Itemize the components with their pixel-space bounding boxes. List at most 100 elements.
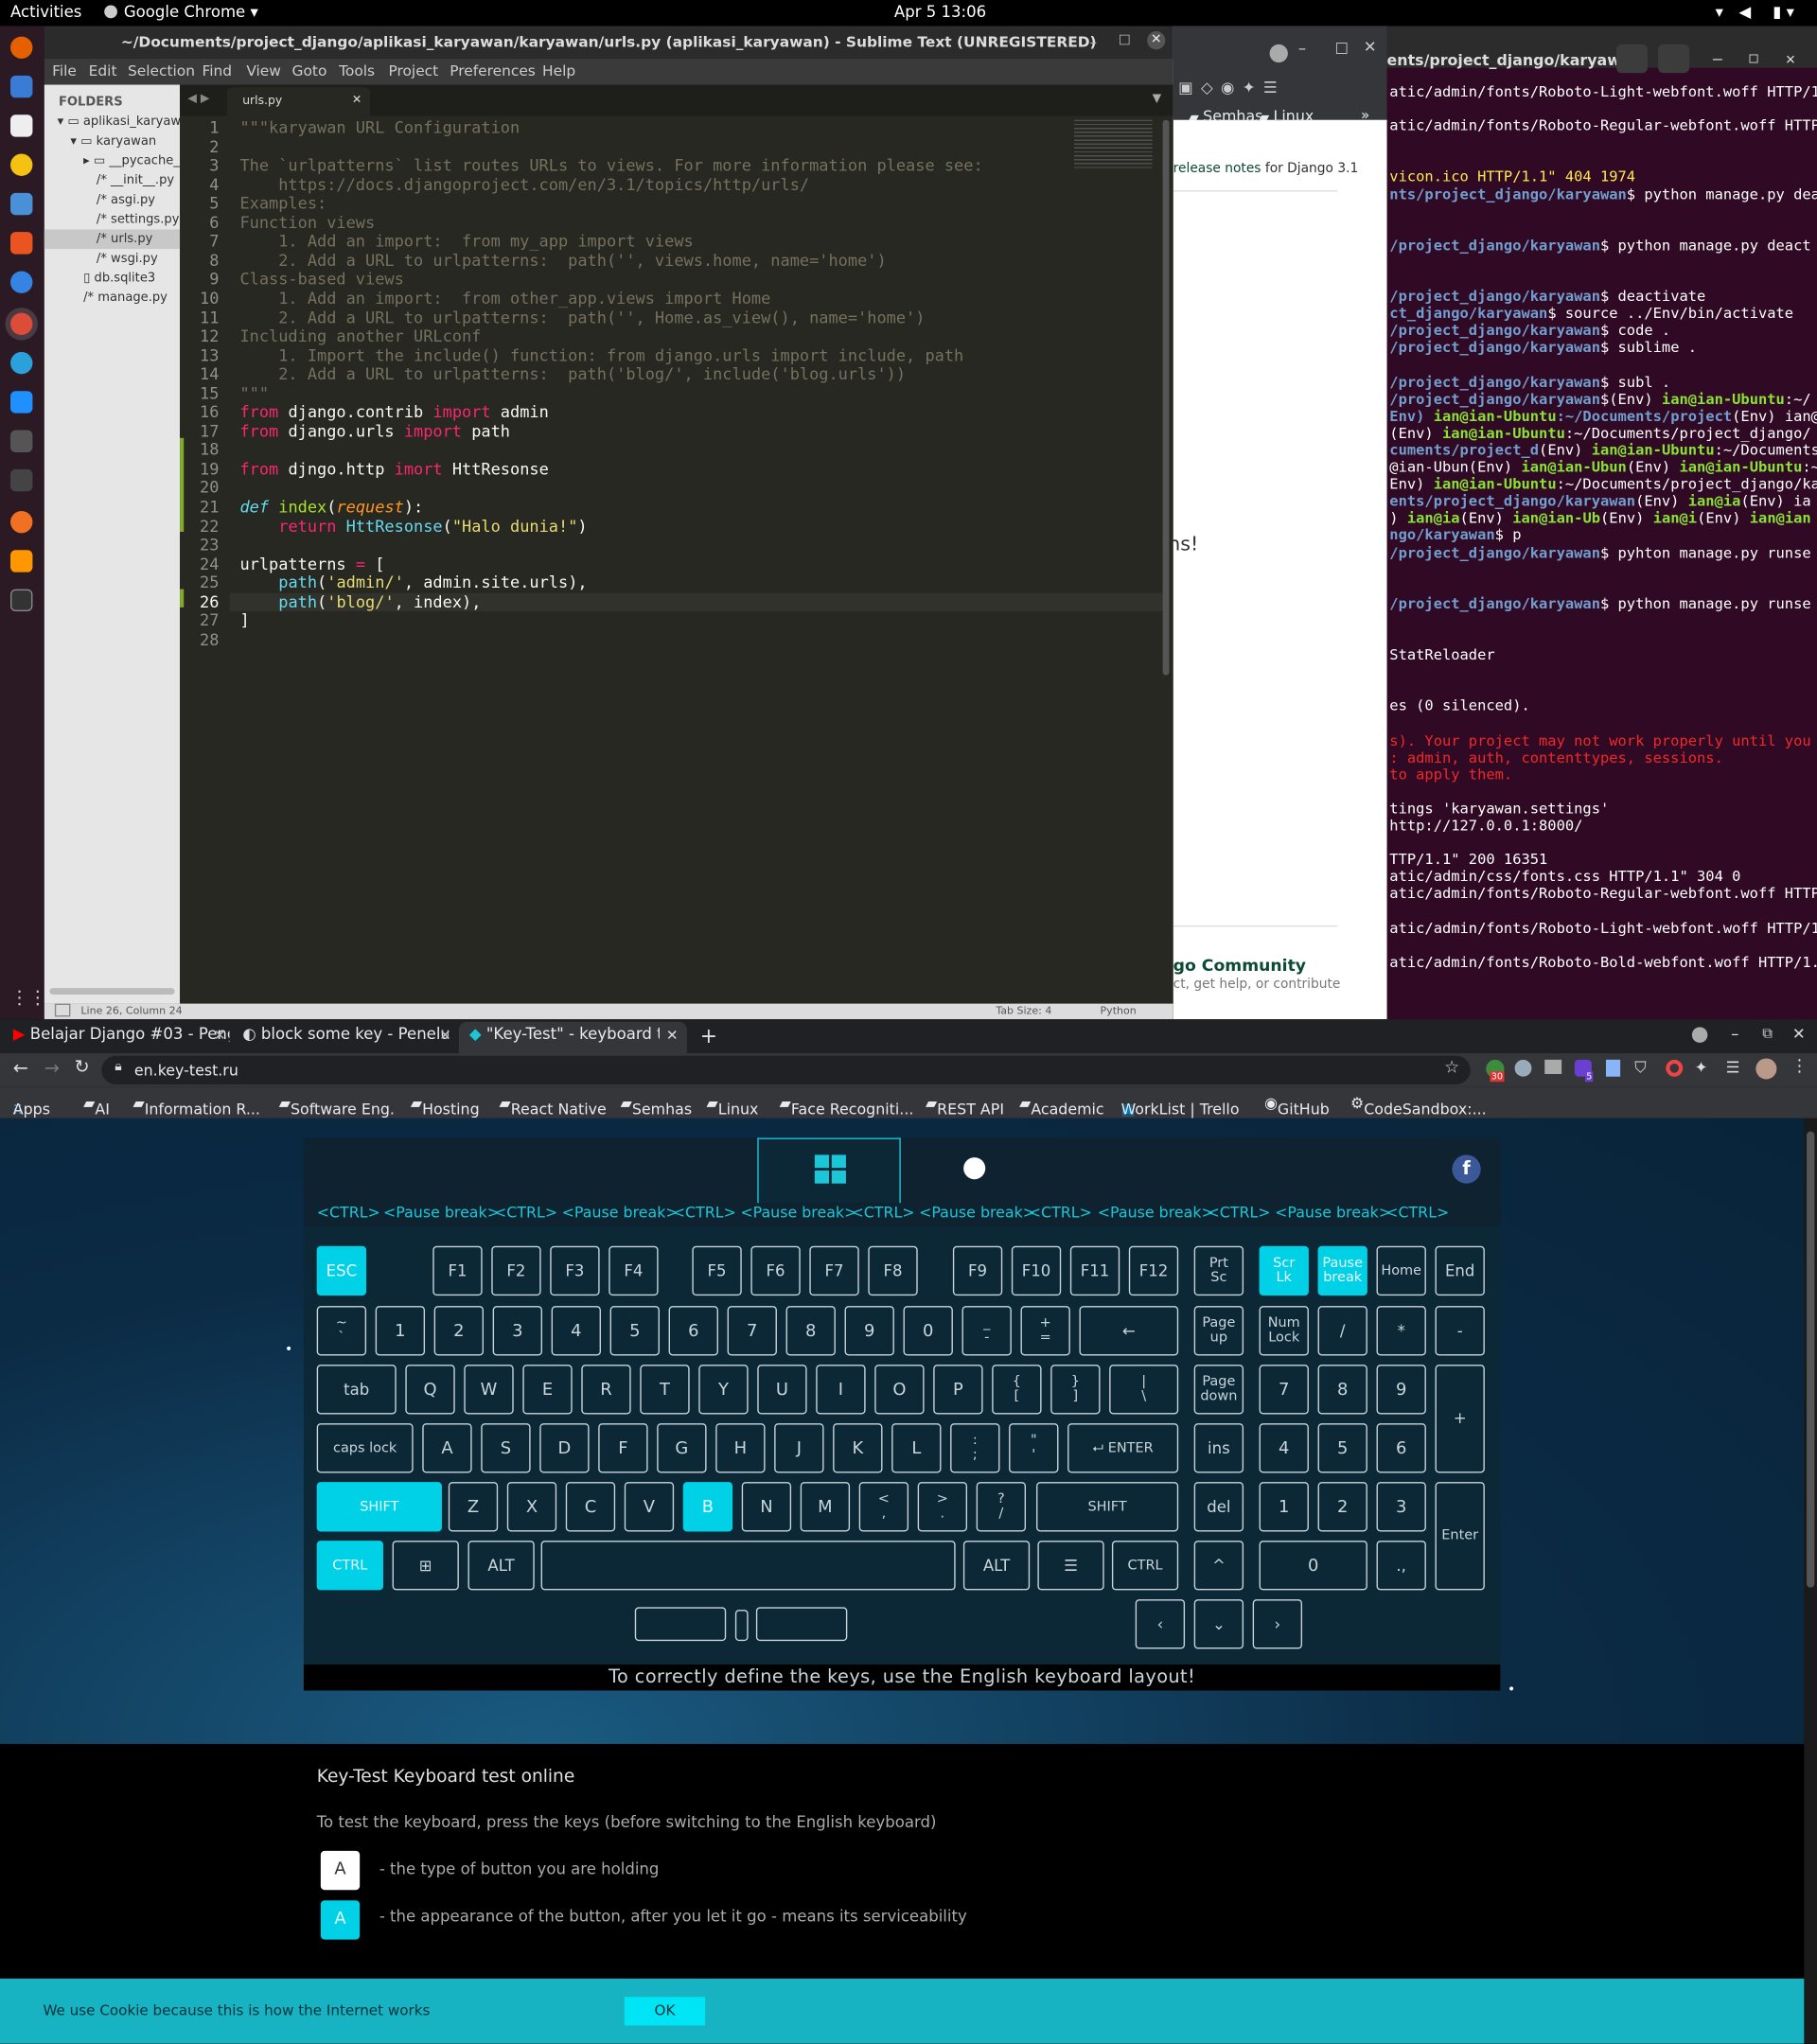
- key-backspace[interactable]: ←: [1079, 1306, 1179, 1356]
- mouse-left-button[interactable]: [634, 1607, 727, 1642]
- key-menu[interactable]: ☰: [1037, 1541, 1104, 1591]
- key-num-2[interactable]: 2: [1317, 1482, 1367, 1532]
- tab-nav-arrows[interactable]: ◀ ▶: [187, 93, 209, 106]
- key-c[interactable]: C: [565, 1482, 616, 1532]
- clock[interactable]: Apr 5 13:06: [894, 3, 986, 21]
- key-o[interactable]: O: [874, 1365, 925, 1415]
- key-f8[interactable]: F8: [868, 1245, 918, 1296]
- tab-block-key[interactable]: ◐ block some key - Penelusu: [242, 1025, 449, 1053]
- key-page-down[interactable]: Page down: [1193, 1365, 1244, 1415]
- key-q[interactable]: Q: [405, 1365, 455, 1415]
- close-icon[interactable]: ✕: [1364, 38, 1377, 56]
- key-tab[interactable]: tab: [316, 1365, 397, 1415]
- maximize-icon[interactable]: □: [1334, 39, 1348, 56]
- sublime-icon[interactable]: [10, 550, 33, 573]
- key-num-decimal[interactable]: .,: [1376, 1541, 1426, 1591]
- bookmark-linux[interactable]: ▰ Linux: [1260, 107, 1314, 125]
- window-close-icon[interactable]: ✕: [1792, 1025, 1806, 1043]
- back-icon[interactable]: ←: [13, 1058, 28, 1079]
- key-7[interactable]: 7: [727, 1306, 777, 1356]
- key-e[interactable]: E: [522, 1365, 573, 1415]
- volume-icon[interactable]: ◀: [1738, 3, 1751, 21]
- key-equals[interactable]: + =: [1020, 1306, 1070, 1356]
- bookmark-semhas[interactable]: ▰ Semhas: [1189, 107, 1262, 125]
- key-1[interactable]: 1: [375, 1306, 426, 1356]
- key-a[interactable]: A: [422, 1423, 472, 1473]
- tree-item-asgi[interactable]: /* asgi.py: [97, 193, 155, 207]
- key-0[interactable]: 0: [903, 1306, 953, 1356]
- bookmark-github[interactable]: ◉ GitHub: [1264, 1094, 1330, 1119]
- key-num-multiply[interactable]: *: [1376, 1306, 1426, 1356]
- key-f4[interactable]: F4: [609, 1245, 659, 1296]
- key-9[interactable]: 9: [844, 1306, 894, 1356]
- key-arrow-left[interactable]: ‹: [1135, 1599, 1186, 1649]
- bookmark-codesandbox[interactable]: ⚙ CodeSandbox:...: [1350, 1094, 1487, 1119]
- window-minimize-icon[interactable]: –: [1731, 1025, 1738, 1043]
- show-apps-icon[interactable]: ⋮⋮: [10, 988, 47, 1010]
- key-slash[interactable]: ? /: [976, 1482, 1027, 1532]
- bookmark-face-recognition[interactable]: ▰ Face Recogniti...: [780, 1094, 914, 1119]
- django-community-link[interactable]: go Community: [1173, 956, 1306, 976]
- tab-urls[interactable]: urls.py ✕: [226, 87, 371, 116]
- key-num-lock[interactable]: Num Lock: [1259, 1306, 1309, 1356]
- key-h[interactable]: H: [715, 1423, 766, 1473]
- key-i[interactable]: I: [816, 1365, 866, 1415]
- key-num-divide[interactable]: /: [1317, 1306, 1367, 1356]
- panel-toggle-icon[interactable]: [54, 1003, 71, 1017]
- shield-extension-icon[interactable]: ⛉: [1634, 1058, 1646, 1078]
- software-icon[interactable]: [10, 232, 33, 255]
- key-f2[interactable]: F2: [491, 1245, 541, 1296]
- firefox-icon[interactable]: [10, 36, 33, 59]
- media-control-icon[interactable]: ☰: [1726, 1058, 1740, 1076]
- terminal-close-icon[interactable]: ✕: [1786, 49, 1795, 67]
- chrome-dock-icon[interactable]: [10, 312, 33, 335]
- forward-icon[interactable]: →: [44, 1058, 60, 1079]
- sublime-maximize-icon[interactable]: □: [1119, 32, 1131, 46]
- key-num-1[interactable]: 1: [1259, 1482, 1309, 1532]
- tree-item-aplikasi[interactable]: ▾ ▭ aplikasi_karyawan: [58, 115, 197, 129]
- key-quote[interactable]: " ': [1009, 1423, 1059, 1473]
- key-f[interactable]: F: [598, 1423, 648, 1473]
- key-p[interactable]: P: [933, 1365, 983, 1415]
- terminal-maximize-icon[interactable]: □: [1749, 49, 1757, 66]
- key-y[interactable]: Y: [698, 1365, 749, 1415]
- key-page-up[interactable]: Page up: [1193, 1306, 1244, 1356]
- key-scroll-lock[interactable]: Scr Lk: [1259, 1245, 1309, 1296]
- key-r[interactable]: R: [581, 1365, 631, 1415]
- key-comma[interactable]: < ,: [858, 1482, 909, 1532]
- writer-icon[interactable]: [10, 192, 33, 216]
- menu-file[interactable]: File: [52, 62, 77, 79]
- key-3[interactable]: 3: [492, 1306, 542, 1356]
- key-n[interactable]: N: [741, 1482, 792, 1532]
- key-k[interactable]: K: [833, 1423, 883, 1473]
- key-ctrl-right[interactable]: CTRL: [1111, 1541, 1179, 1591]
- key-num-6[interactable]: 6: [1376, 1423, 1426, 1473]
- key-f7[interactable]: F7: [809, 1245, 859, 1296]
- key-num-0[interactable]: 0: [1259, 1541, 1367, 1591]
- tab-close-icon[interactable]: ✕: [666, 1027, 679, 1044]
- bookmark-react-native[interactable]: ▰ React Native: [500, 1094, 607, 1119]
- terminal-window[interactable]: ents/project_django/karyawan – □ ✕ atic/…: [1386, 26, 1817, 1020]
- tree-item-wsgi[interactable]: /* wsgi.py: [97, 252, 158, 266]
- tree-item-manage[interactable]: /* manage.py: [83, 291, 168, 305]
- key-num-4[interactable]: 4: [1259, 1423, 1309, 1473]
- key-arrow-up[interactable]: ^: [1193, 1541, 1244, 1591]
- activities-button[interactable]: Activities: [10, 3, 81, 21]
- key-g[interactable]: G: [657, 1423, 707, 1473]
- key-f6[interactable]: F6: [750, 1245, 801, 1296]
- extension-icon[interactable]: [1605, 1059, 1621, 1077]
- terminal-icon[interactable]: [10, 589, 33, 612]
- key-l[interactable]: L: [891, 1423, 942, 1473]
- key-alt-right[interactable]: ALT: [962, 1541, 1031, 1591]
- key-win[interactable]: ⊞: [392, 1541, 459, 1591]
- key-x[interactable]: X: [506, 1482, 557, 1532]
- key-num-plus[interactable]: +: [1435, 1365, 1485, 1473]
- tree-item-db[interactable]: ▯ db.sqlite3: [83, 271, 155, 285]
- bookmark-academic[interactable]: ▰ Academic: [1019, 1094, 1104, 1119]
- menu-goto[interactable]: Goto: [292, 62, 327, 79]
- key-end[interactable]: End: [1435, 1245, 1485, 1296]
- background-browser-window[interactable]: – □ ✕ ▣◇◉✦☰ ▰ Semhas ▰ Linux » release n…: [1173, 26, 1390, 1020]
- terminal-minimize-icon[interactable]: –: [1713, 49, 1722, 67]
- puzzle-extension-icon[interactable]: ✦: [1695, 1058, 1708, 1076]
- avatar[interactable]: [1755, 1058, 1777, 1080]
